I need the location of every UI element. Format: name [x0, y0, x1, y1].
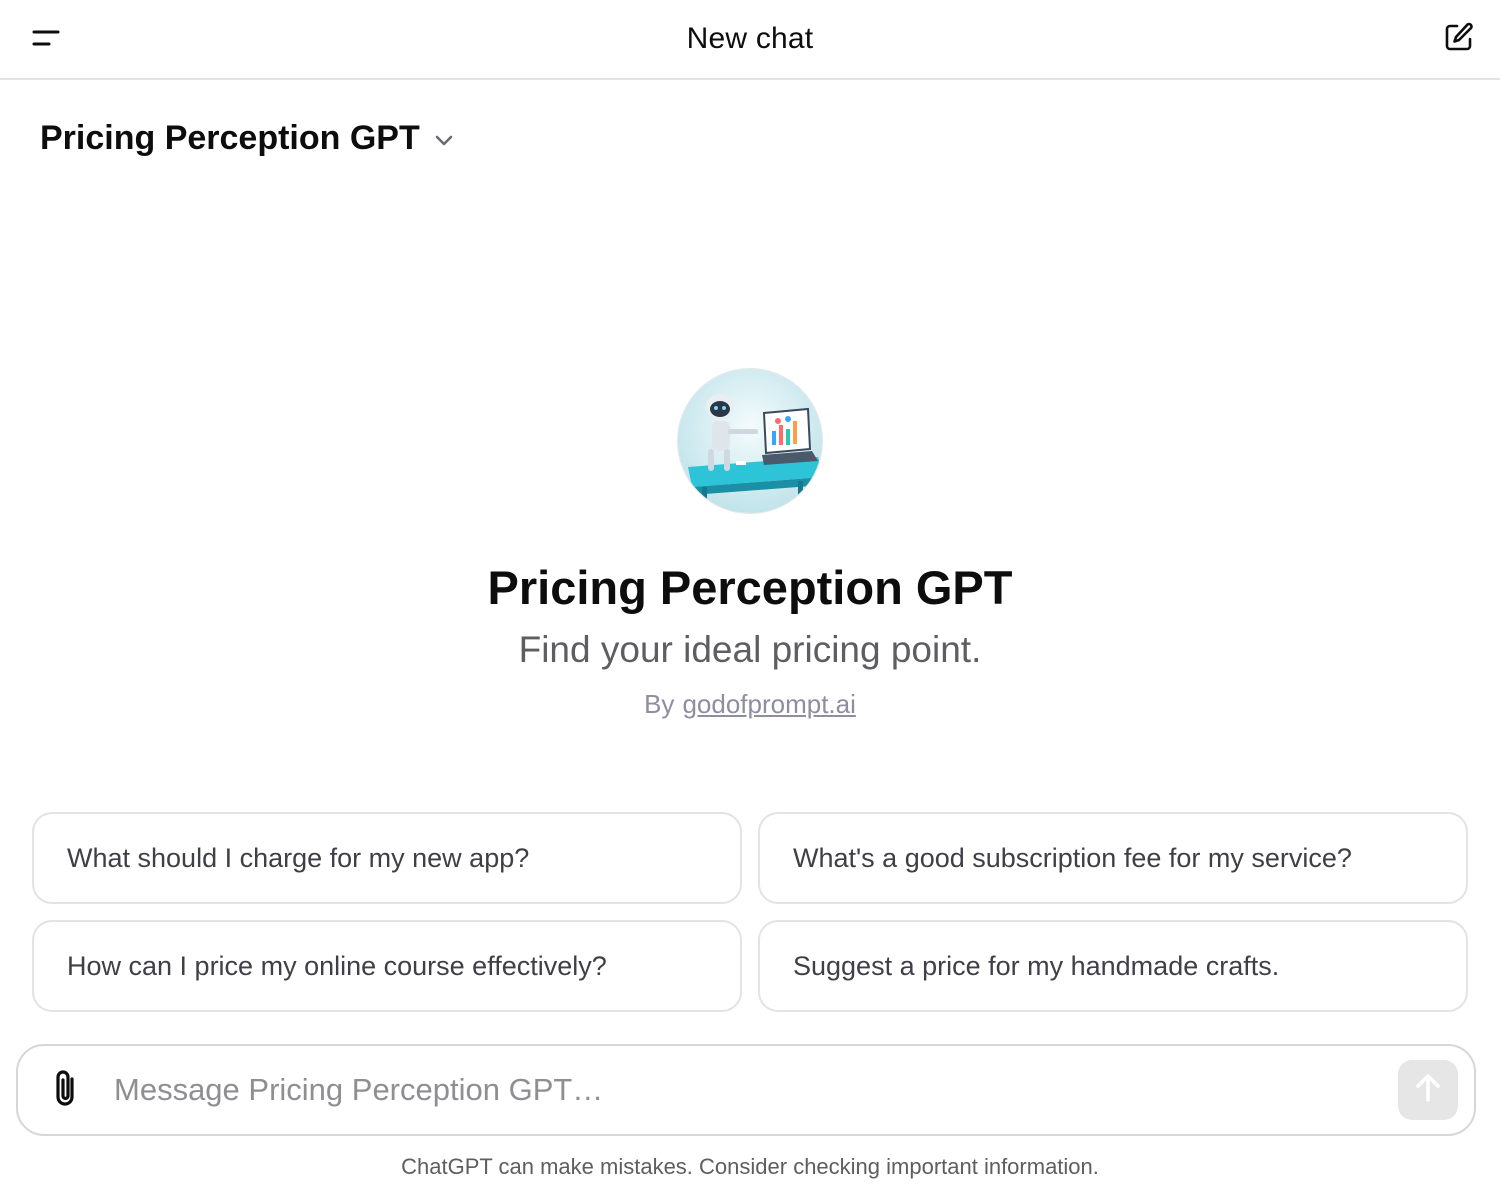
gpt-selector[interactable]: Pricing Perception GPT — [40, 114, 454, 162]
gpt-author-line: By godofprompt.ai — [644, 689, 856, 720]
new-chat-icon — [1443, 21, 1475, 58]
author-link[interactable]: godofprompt.ai — [682, 689, 855, 720]
message-input[interactable] — [114, 1060, 1398, 1120]
sidebar-toggle-button[interactable] — [26, 22, 66, 58]
suggested-prompts: What should I charge for my new app? Wha… — [32, 812, 1468, 1012]
gpt-name: Pricing Perception GPT — [487, 561, 1013, 614]
gpt-selector-label: Pricing Perception GPT — [40, 118, 420, 157]
suggested-prompt[interactable]: What should I charge for my new app? — [32, 812, 742, 904]
paperclip-icon — [51, 1067, 81, 1114]
author-prefix: By — [644, 689, 675, 719]
suggested-prompt[interactable]: How can I price my online course effecti… — [32, 920, 742, 1012]
attach-button[interactable] — [44, 1065, 88, 1115]
menu-icon — [31, 28, 61, 53]
arrow-up-icon — [1413, 1072, 1443, 1109]
new-chat-button[interactable] — [1440, 20, 1478, 58]
top-bar: New chat — [0, 0, 1500, 80]
disclaimer-text: ChatGPT can make mistakes. Consider chec… — [401, 1154, 1099, 1179]
message-composer — [16, 1044, 1476, 1136]
chevron-down-icon — [434, 133, 454, 147]
suggested-prompt[interactable]: What's a good subscription fee for my se… — [758, 812, 1468, 904]
gpt-avatar — [677, 368, 823, 514]
page-title: New chat — [686, 22, 814, 55]
suggested-prompt[interactable]: Suggest a price for my handmade crafts. — [758, 920, 1468, 1012]
gpt-description: Find your ideal pricing point. — [518, 629, 982, 670]
gpt-intro: Pricing Perception GPT Find your ideal p… — [0, 368, 1500, 720]
send-button[interactable] — [1398, 1060, 1458, 1120]
